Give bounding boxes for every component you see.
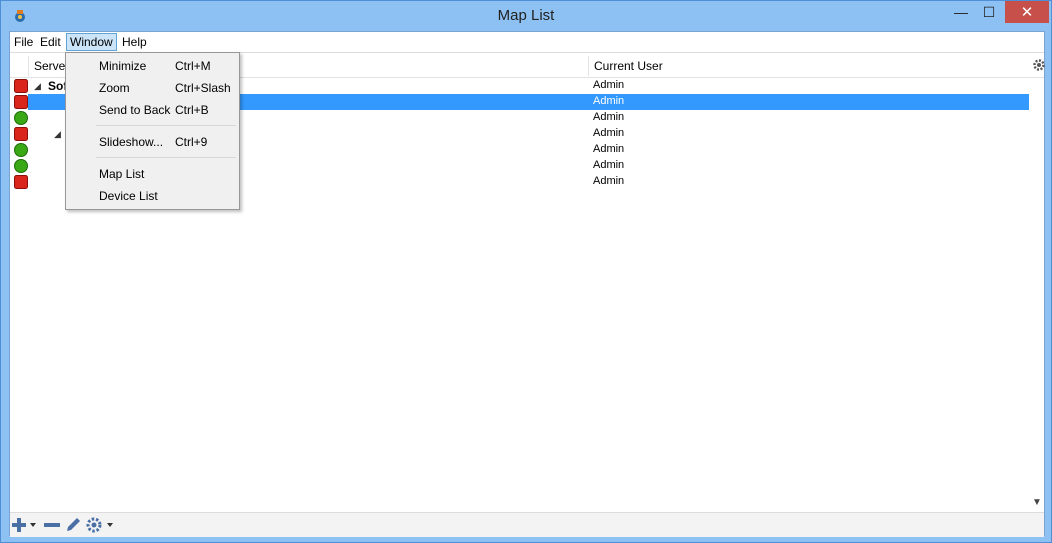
current-user-cell: Admin (593, 111, 625, 123)
menu-item-shortcut: Ctrl+9 (175, 135, 208, 149)
current-user-cell: Admin (593, 159, 625, 171)
edit-icon[interactable] (65, 517, 81, 533)
maximize-button[interactable]: ☐ (975, 1, 1003, 23)
menu-edit[interactable]: Edit (37, 33, 64, 51)
menu-help[interactable]: Help (119, 33, 150, 51)
menu-item-slideshow[interactable]: Slideshow... Ctrl+9 (66, 131, 239, 153)
window-title: Map List (497, 7, 555, 24)
menu-window[interactable]: Window (66, 33, 117, 51)
close-button[interactable]: ✕ (1005, 1, 1049, 23)
menu-item-shortcut: Ctrl+B (175, 103, 209, 117)
menu-item-shortcut: Ctrl+Slash (175, 81, 231, 95)
menu-item-map-list[interactable]: Map List (66, 163, 239, 185)
remove-icon[interactable] (43, 517, 61, 533)
menu-item-label: Send to Back (99, 103, 171, 117)
window-menu-dropdown: Minimize Ctrl+M Zoom Ctrl+Slash Send to … (65, 52, 240, 210)
menu-item-zoom[interactable]: Zoom Ctrl+Slash (66, 77, 239, 99)
menu-item-label: Map List (99, 167, 145, 181)
menu-item-label: Device List (99, 189, 158, 203)
menu-separator (96, 125, 236, 126)
main-area: File Edit Window Help Server Current Use… (9, 31, 1046, 537)
status-red-icon (14, 175, 28, 189)
column-settings-gear-icon[interactable] (1032, 58, 1046, 72)
expand-arrow-icon[interactable]: ◢ (34, 81, 41, 92)
menu-separator (96, 157, 236, 158)
column-separator[interactable] (588, 56, 589, 76)
bottom-toolbar (10, 512, 1044, 537)
status-red-icon (14, 79, 28, 93)
status-green-icon (14, 111, 28, 125)
title-bar[interactable]: Map List — ☐ ✕ (1, 1, 1051, 31)
app-window: Map List — ☐ ✕ File Edit Window Help Ser… (0, 0, 1052, 543)
status-red-icon (14, 127, 28, 141)
menu-item-shortcut: Ctrl+M (175, 59, 211, 73)
status-green-icon (14, 143, 28, 157)
menu-item-label: Slideshow... (99, 135, 164, 149)
menu-item-send-to-back[interactable]: Send to Back Ctrl+B (66, 99, 239, 121)
menu-item-label: Zoom (99, 81, 130, 95)
current-user-cell: Admin (593, 95, 625, 107)
scroll-down-arrow-icon[interactable]: ▼ (1030, 494, 1044, 510)
expand-arrow-icon[interactable]: ◢ (54, 129, 61, 140)
menu-item-minimize[interactable]: Minimize Ctrl+M (66, 55, 239, 77)
menu-item-label: Minimize (99, 59, 147, 73)
add-icon[interactable] (12, 517, 38, 533)
current-user-cell: Admin (593, 127, 625, 139)
menu-bar: File Edit Window Help (10, 32, 1044, 53)
current-user-cell: Admin (593, 175, 625, 187)
column-separator[interactable] (28, 56, 29, 76)
status-red-icon (14, 95, 28, 109)
menu-file[interactable]: File (11, 33, 36, 51)
menu-item-device-list[interactable]: Device List (66, 185, 239, 207)
current-user-cell: Admin (593, 79, 625, 91)
settings-icon[interactable] (86, 517, 116, 533)
minimize-button[interactable]: — (947, 1, 975, 23)
status-green-icon (14, 159, 28, 173)
current-user-cell: Admin (593, 143, 625, 155)
column-current-user[interactable]: Current User (594, 59, 663, 73)
